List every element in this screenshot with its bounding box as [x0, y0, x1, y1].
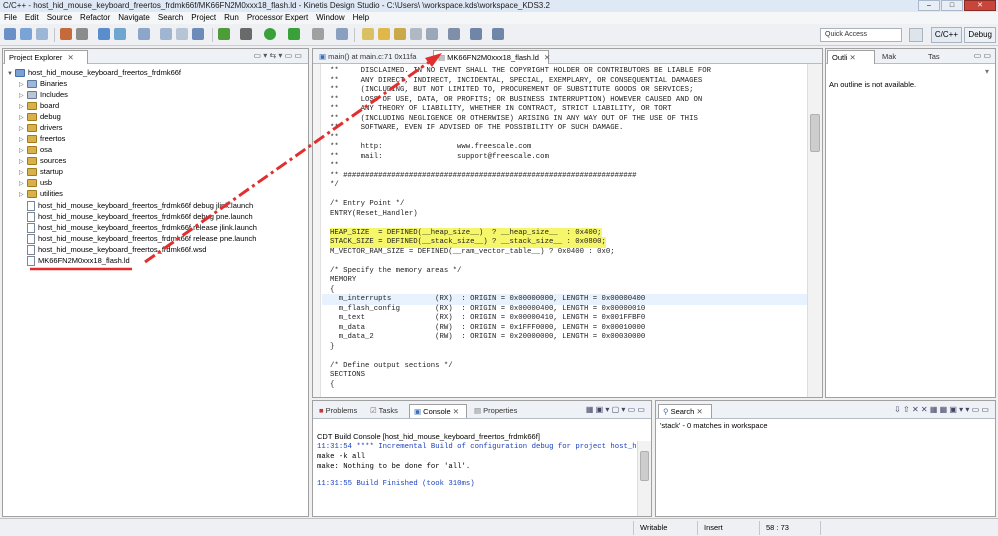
annotation-overlay: [30, 53, 442, 271]
annotation-arrow-line: [144, 58, 433, 264]
annotation-arrow-head: [425, 53, 442, 67]
